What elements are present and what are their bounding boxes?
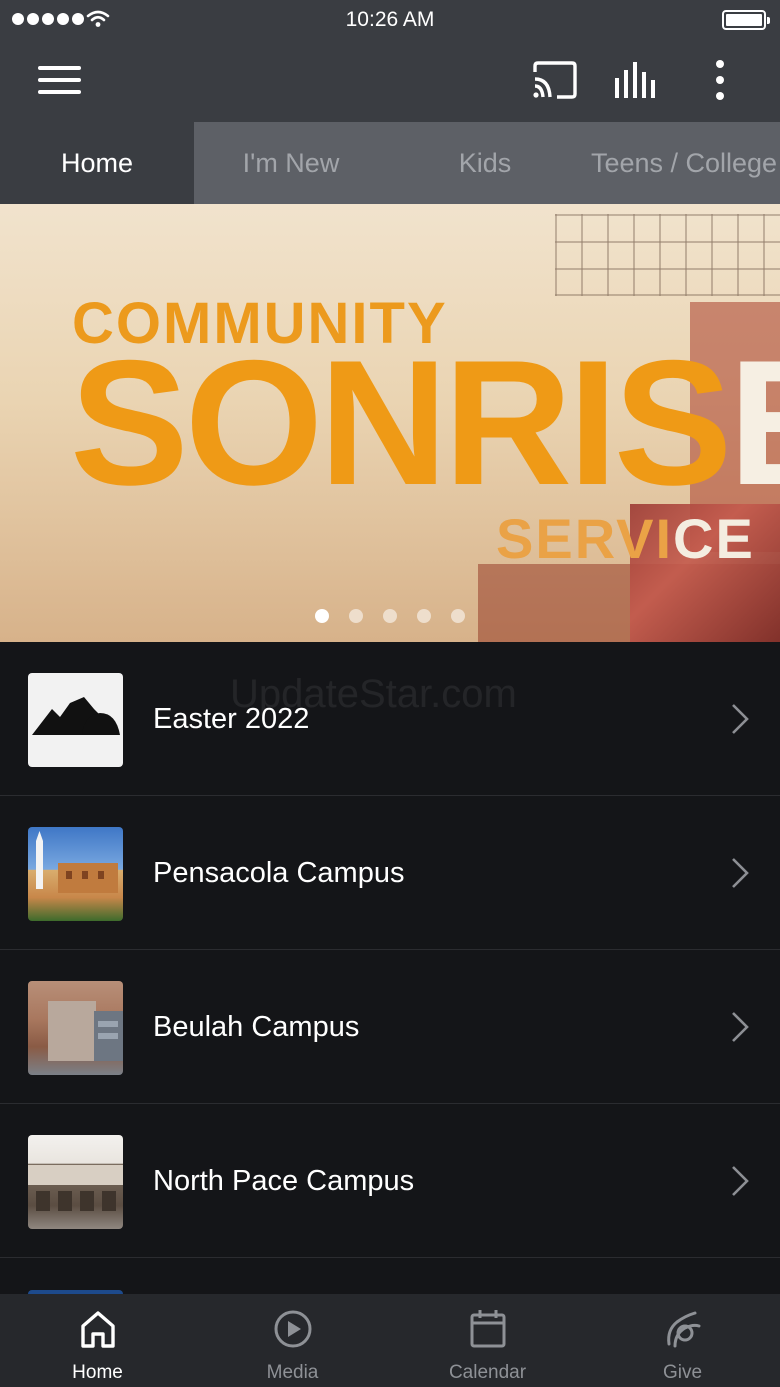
cast-icon[interactable]: [531, 60, 579, 100]
hero-title-ce: CE: [673, 507, 755, 570]
list-item-beulah-campus[interactable]: Beulah Campus: [0, 950, 780, 1104]
school-building-thumbnail: [28, 981, 123, 1075]
nav-label: Give: [662, 1362, 703, 1383]
home-icon: [81, 1311, 115, 1348]
nav-calendar[interactable]: Calendar: [390, 1294, 585, 1387]
chevron-right-icon: [732, 1166, 749, 1196]
list-item-label: Beulah Campus: [153, 1011, 360, 1043]
school-building-image: [48, 1001, 123, 1061]
middle-school-thumbnail: [28, 1135, 123, 1229]
battery-icon: [722, 10, 770, 30]
nav-label: Media: [266, 1362, 319, 1383]
tab-home[interactable]: Home: [0, 122, 194, 204]
mountains-icon: [32, 697, 120, 735]
carousel-dot[interactable]: [315, 609, 329, 623]
list-item-pensacola-campus[interactable]: Pensacola Campus: [0, 796, 780, 950]
nav-give[interactable]: Give: [585, 1294, 780, 1387]
nav-label: Home: [72, 1362, 123, 1383]
church-building-thumbnail: [28, 827, 123, 921]
content-list: UpdateStar.com Easter 2022 Pensacola Cam…: [0, 642, 780, 1294]
hero-title-e: E: [728, 323, 780, 522]
hero-title-servi: SERVI: [496, 507, 674, 570]
hero-title-line3: SERVICE: [496, 506, 755, 571]
tab-kids[interactable]: Kids: [388, 122, 582, 204]
hamburger-menu-icon[interactable]: [38, 66, 81, 96]
carousel-dot[interactable]: [451, 609, 465, 623]
carousel-indicators: [0, 609, 780, 623]
bottom-navigation: Home Media Calendar Give: [0, 1294, 780, 1387]
chevron-right-icon: [732, 1012, 749, 1042]
list-item-north-pace-campus[interactable]: North Pace Campus: [0, 1104, 780, 1258]
list-item-label: North Pace Campus: [153, 1165, 415, 1197]
tab-teens-college[interactable]: Teens / College: [574, 122, 780, 204]
chevron-right-icon: [732, 704, 749, 734]
audio-bars-icon[interactable]: [614, 62, 660, 98]
nav-home[interactable]: Home: [0, 1294, 195, 1387]
nav-media[interactable]: Media: [195, 1294, 390, 1387]
hero-title-line2: SONRISE: [70, 334, 780, 512]
nav-label: Calendar: [448, 1362, 527, 1383]
category-tabs: Home I'm New Kids Teens / College: [0, 122, 780, 204]
list-item-easter-2022[interactable]: Easter 2022: [0, 642, 780, 796]
hero-title-sonris: SONRIS: [70, 323, 732, 522]
app-bar: [0, 40, 780, 122]
mountains-logo-thumbnail: [28, 673, 123, 767]
middle-school-image: [28, 1165, 123, 1211]
tab-im-new[interactable]: I'm New: [194, 122, 388, 204]
carousel-dot[interactable]: [383, 609, 397, 623]
chevron-right-icon: [732, 858, 749, 888]
play-circle-icon: [274, 1310, 312, 1348]
carousel-dot[interactable]: [417, 609, 431, 623]
church-building-image: [36, 831, 118, 893]
give-hand-icon: [667, 1311, 701, 1348]
carousel-dot[interactable]: [349, 609, 363, 623]
calendar-icon: [470, 1310, 506, 1348]
list-item-label: Easter 2022: [153, 703, 310, 735]
hero-banner[interactable]: COMMUNITY SONRISE SERVICE: [0, 204, 780, 642]
hero-grid-pattern: [555, 214, 780, 296]
status-bar: 10:26 AM: [0, 0, 780, 40]
status-clock: 10:26 AM: [345, 8, 435, 31]
more-vertical-icon[interactable]: [706, 58, 734, 102]
list-item-label: Pensacola Campus: [153, 857, 405, 889]
